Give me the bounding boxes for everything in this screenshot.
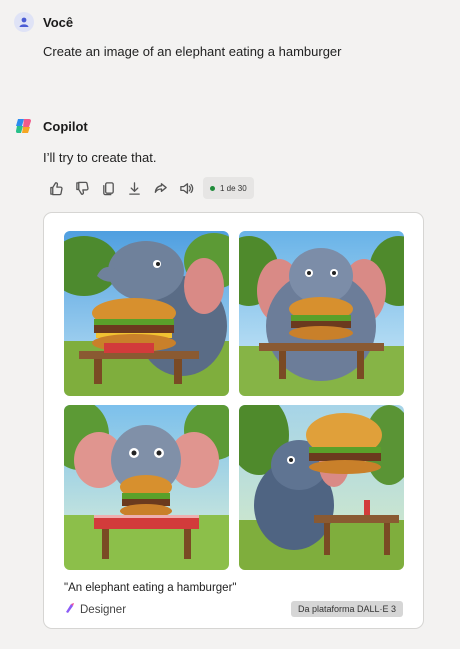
message-actions: 1 de 30 (43, 176, 254, 200)
pager-label: 1 de 30 (220, 183, 247, 193)
image-caption: "An elephant eating a hamburger" (64, 582, 237, 594)
copilot-logo-icon (14, 116, 34, 136)
bot-name: Copilot (43, 118, 88, 134)
user-avatar-icon (14, 12, 34, 32)
user-name: Você (43, 14, 74, 30)
bot-message-header: Copilot (14, 116, 88, 136)
status-dot-icon (210, 185, 215, 191)
speaker-icon[interactable] (173, 176, 199, 200)
designer-link[interactable]: Designer (64, 602, 126, 617)
user-message-header: Você (14, 12, 73, 32)
bot-message-text: I’ll try to create that. (43, 150, 157, 165)
share-icon[interactable] (147, 176, 173, 200)
generated-image-1[interactable] (64, 231, 229, 396)
response-pager[interactable]: 1 de 30 (203, 177, 254, 199)
download-icon[interactable] (121, 176, 147, 200)
generated-image-2[interactable] (239, 231, 404, 396)
designer-label: Designer (80, 603, 127, 616)
thumbs-up-icon[interactable] (43, 176, 69, 200)
user-message-text: Create an image of an elephant eating a … (43, 44, 342, 59)
copy-icon[interactable] (95, 176, 121, 200)
generated-image-4[interactable] (239, 405, 404, 570)
generated-image-3[interactable] (64, 405, 229, 570)
image-result-card: "An elephant eating a hamburger" Designe… (43, 212, 424, 629)
dalle-badge: Da plataforma DALL·E 3 (290, 601, 403, 617)
designer-logo-icon (64, 602, 76, 617)
thumbs-down-icon[interactable] (69, 176, 95, 200)
